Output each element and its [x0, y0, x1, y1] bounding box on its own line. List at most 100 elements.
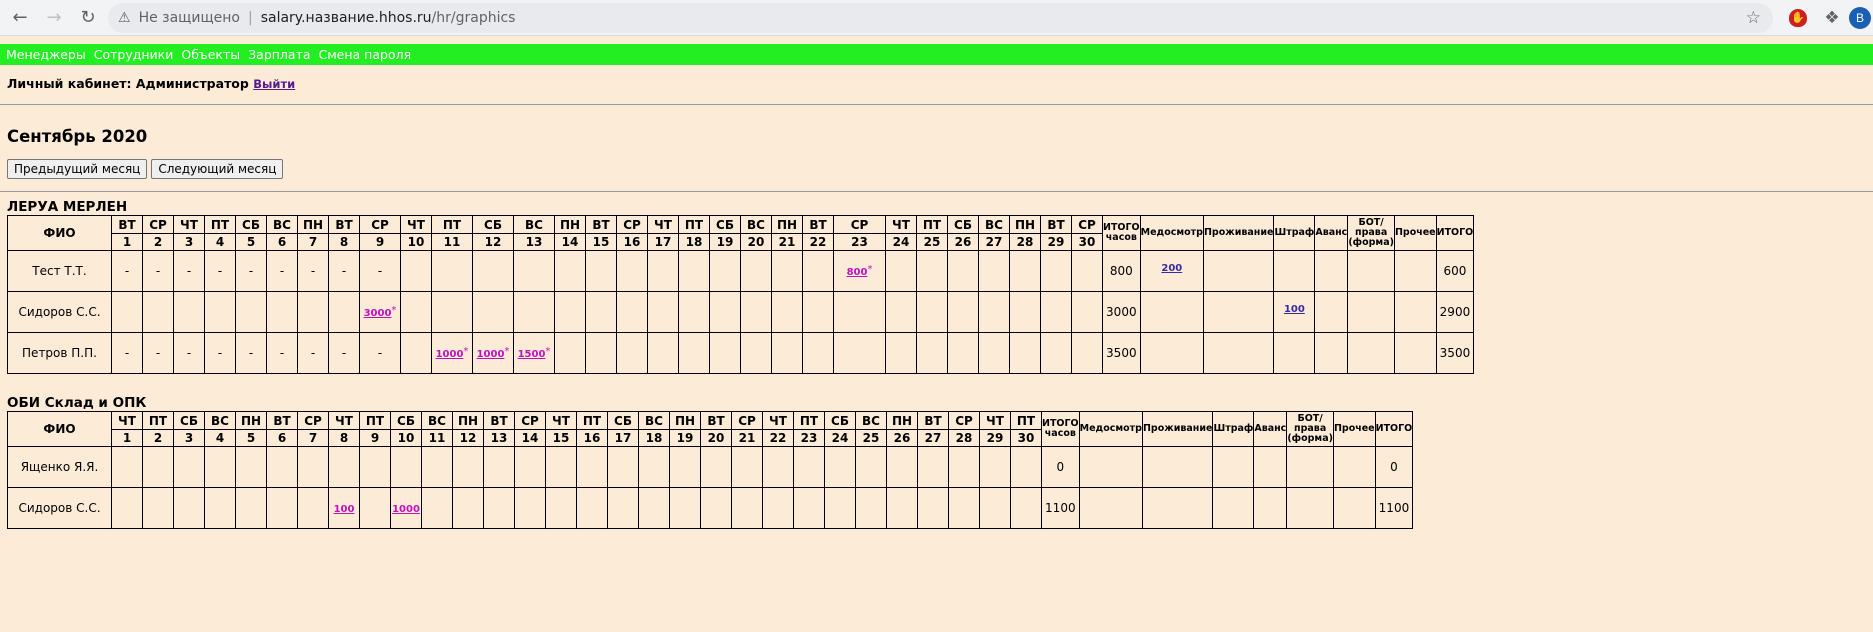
- day-cell[interactable]: [452, 446, 484, 488]
- day-cell[interactable]: [328, 291, 360, 333]
- day-cell[interactable]: [513, 250, 555, 292]
- day-cell[interactable]: [297, 446, 329, 488]
- reload-icon[interactable]: ↻: [74, 4, 102, 32]
- day-cell[interactable]: [576, 446, 608, 488]
- day-cell[interactable]: [647, 332, 679, 374]
- day-cell[interactable]: [762, 446, 794, 488]
- day-amount-link[interactable]: 1500: [518, 349, 546, 360]
- day-cell[interactable]: [616, 250, 648, 292]
- day-amount-link[interactable]: 1000: [392, 504, 420, 515]
- day-cell[interactable]: [978, 250, 1010, 292]
- day-cell[interactable]: -: [204, 332, 236, 374]
- address-bar[interactable]: ⚠ Не защищено | salary.название.hhos.ru /…: [108, 3, 1773, 33]
- day-cell[interactable]: [824, 487, 856, 529]
- day-cell[interactable]: -: [297, 332, 329, 374]
- day-cell[interactable]: [431, 250, 473, 292]
- day-cell[interactable]: [1010, 446, 1042, 488]
- next-month-button[interactable]: Следующий месяц: [151, 159, 284, 179]
- day-amount-link[interactable]: 1000: [436, 349, 464, 360]
- menu-item-managers[interactable]: Менеджеры: [6, 47, 86, 62]
- day-cell[interactable]: [472, 291, 514, 333]
- day-cell[interactable]: [802, 332, 834, 374]
- day-cell[interactable]: [802, 250, 834, 292]
- day-cell[interactable]: [669, 446, 701, 488]
- day-cell[interactable]: [855, 487, 887, 529]
- day-cell[interactable]: [978, 332, 1010, 374]
- day-cell[interactable]: [585, 250, 617, 292]
- day-cell[interactable]: [483, 487, 515, 529]
- day-cell[interactable]: [266, 291, 298, 333]
- day-cell[interactable]: [947, 332, 979, 374]
- day-cell[interactable]: [554, 250, 586, 292]
- day-cell[interactable]: [585, 291, 617, 333]
- warning-icon[interactable]: ⚠: [118, 10, 131, 26]
- day-cell[interactable]: [173, 446, 205, 488]
- day-cell[interactable]: 1500*: [513, 332, 555, 374]
- day-cell[interactable]: [740, 291, 772, 333]
- day-cell[interactable]: [400, 332, 432, 374]
- day-cell[interactable]: [731, 487, 763, 529]
- day-cell[interactable]: [771, 332, 803, 374]
- day-cell[interactable]: [576, 487, 608, 529]
- day-cell[interactable]: [421, 487, 453, 529]
- day-cell[interactable]: -: [173, 332, 205, 374]
- day-cell[interactable]: [204, 446, 236, 488]
- day-cell[interactable]: [390, 446, 422, 488]
- day-cell[interactable]: [142, 446, 174, 488]
- day-cell[interactable]: [709, 291, 741, 333]
- day-cell[interactable]: -: [111, 332, 143, 374]
- day-cell[interactable]: -: [204, 250, 236, 292]
- day-cell[interactable]: -: [297, 250, 329, 292]
- day-cell[interactable]: [978, 291, 1010, 333]
- day-cell[interactable]: -: [359, 250, 401, 292]
- day-cell[interactable]: 3000*: [359, 291, 401, 333]
- logout-link[interactable]: Выйти: [253, 77, 295, 91]
- day-cell[interactable]: [979, 446, 1011, 488]
- day-cell[interactable]: [111, 487, 143, 529]
- day-cell[interactable]: [948, 487, 980, 529]
- day-cell[interactable]: [1071, 250, 1103, 292]
- day-cell[interactable]: [513, 291, 555, 333]
- day-cell[interactable]: [545, 446, 577, 488]
- day-cell[interactable]: [1040, 250, 1072, 292]
- day-cell[interactable]: [607, 446, 639, 488]
- day-amount-link[interactable]: 800: [847, 267, 868, 278]
- day-cell[interactable]: 1000*: [472, 332, 514, 374]
- day-cell[interactable]: [793, 446, 825, 488]
- day-cell[interactable]: [833, 291, 886, 333]
- day-cell[interactable]: [740, 250, 772, 292]
- day-cell[interactable]: [731, 446, 763, 488]
- day-cell[interactable]: [709, 332, 741, 374]
- day-cell[interactable]: [483, 446, 515, 488]
- day-cell[interactable]: -: [235, 332, 267, 374]
- day-cell[interactable]: [886, 446, 918, 488]
- fine-link[interactable]: 100: [1284, 304, 1305, 315]
- menu-item-salary[interactable]: Зарплата: [248, 47, 310, 62]
- day-cell[interactable]: [885, 291, 917, 333]
- day-cell[interactable]: [678, 332, 710, 374]
- day-cell[interactable]: [824, 446, 856, 488]
- day-cell[interactable]: [400, 250, 432, 292]
- day-cell[interactable]: -: [142, 250, 174, 292]
- day-cell[interactable]: [947, 250, 979, 292]
- day-cell[interactable]: [297, 487, 329, 529]
- bookmark-star-icon[interactable]: ☆: [1746, 8, 1761, 28]
- day-cell[interactable]: -: [111, 250, 143, 292]
- profile-avatar[interactable]: B: [1849, 7, 1871, 29]
- day-cell[interactable]: [111, 446, 143, 488]
- day-cell[interactable]: -: [173, 250, 205, 292]
- day-cell[interactable]: [700, 487, 732, 529]
- day-cell[interactable]: [700, 446, 732, 488]
- day-cell[interactable]: [431, 291, 473, 333]
- day-cell[interactable]: [669, 487, 701, 529]
- day-cell[interactable]: [266, 487, 298, 529]
- day-cell[interactable]: [802, 291, 834, 333]
- back-icon[interactable]: ←: [6, 4, 34, 32]
- day-cell[interactable]: [452, 487, 484, 529]
- day-cell[interactable]: [1040, 332, 1072, 374]
- day-cell[interactable]: 1000*: [431, 332, 473, 374]
- day-cell[interactable]: [554, 291, 586, 333]
- day-cell[interactable]: -: [328, 250, 360, 292]
- day-cell[interactable]: [472, 250, 514, 292]
- day-cell[interactable]: 800*: [833, 250, 886, 292]
